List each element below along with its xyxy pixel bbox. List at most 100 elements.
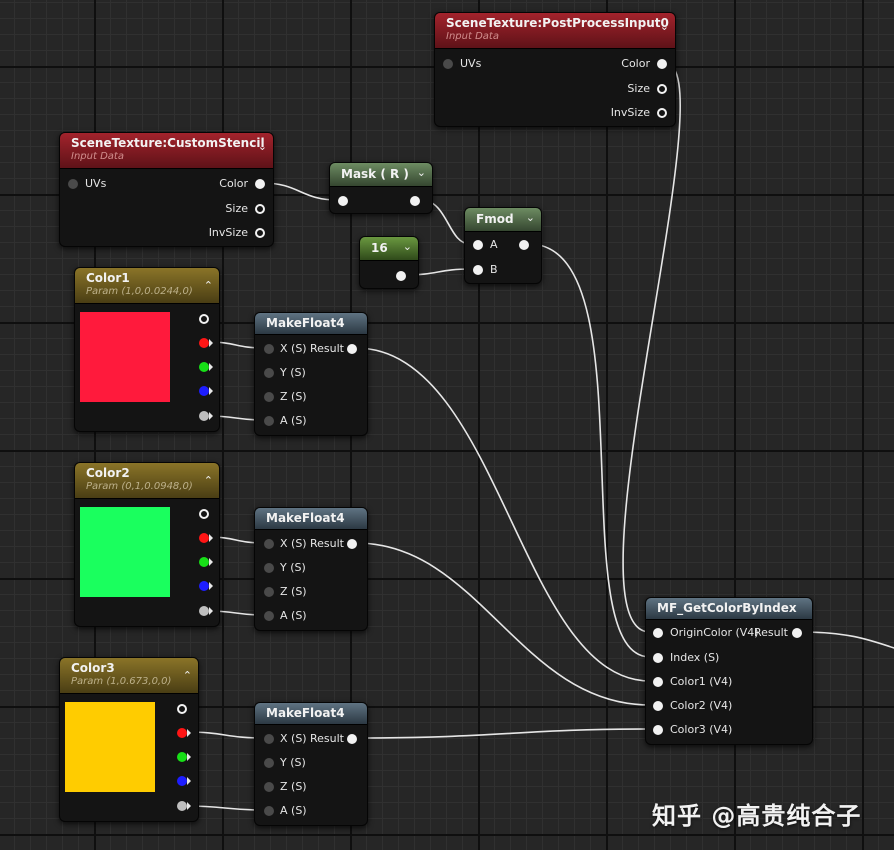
origincolor-input-pin[interactable]	[653, 628, 663, 638]
size-output-label: Size	[225, 202, 248, 215]
fmod-b-input-pin[interactable]	[473, 265, 483, 275]
a-output-pin[interactable]	[177, 801, 187, 811]
size-output-pin[interactable]	[657, 84, 667, 94]
color1-input-pin[interactable]	[653, 677, 663, 687]
node-header[interactable]: MF_GetColorByIndex	[646, 598, 812, 620]
color2-input-pin[interactable]	[653, 701, 663, 711]
node-title: 16	[371, 241, 388, 255]
node-constant-16[interactable]: 16 ⌄	[359, 236, 419, 289]
chevron-up-icon[interactable]: ⌃	[204, 474, 213, 487]
r-output-pin[interactable]	[199, 338, 209, 348]
node-color1-param[interactable]: Color1 Param (1,0,0.0244,0) ⌃	[74, 267, 220, 432]
invsize-output-pin[interactable]	[657, 108, 667, 118]
z-input-label: Z (S)	[280, 390, 307, 403]
b-output-arrow-icon	[209, 387, 213, 395]
r-output-pin[interactable]	[199, 533, 209, 543]
chevron-down-icon[interactable]: ⌄	[417, 166, 426, 179]
b-output-pin[interactable]	[177, 776, 187, 786]
node-scenetexture-customstencil[interactable]: SceneTexture:CustomStencil Input Data ⌄ …	[59, 132, 274, 247]
node-header[interactable]: MakeFloat4	[255, 508, 367, 530]
node-header[interactable]: Fmod ⌄	[465, 208, 541, 232]
r-output-pin[interactable]	[177, 728, 187, 738]
g-output-arrow-icon	[209, 558, 213, 566]
b-output-pin[interactable]	[199, 386, 209, 396]
chevron-down-icon[interactable]: ⌄	[526, 211, 535, 224]
node-color3-param[interactable]: Color3 Param (1,0.673,0,0) ⌃	[59, 657, 199, 822]
node-header[interactable]: Color1 Param (1,0,0.0244,0) ⌃	[75, 268, 219, 304]
y-input-pin[interactable]	[264, 563, 274, 573]
wire-postprocess-color-to-origincolor	[622, 62, 681, 633]
color3-input-label: Color3 (V4)	[670, 723, 733, 736]
y-input-label: Y (S)	[280, 561, 306, 574]
node-title: MakeFloat4	[266, 316, 345, 330]
node-title: MF_GetColorByIndex	[657, 601, 797, 615]
constant-output-pin[interactable]	[396, 271, 406, 281]
node-title: MakeFloat4	[266, 511, 345, 525]
g-output-pin[interactable]	[177, 752, 187, 762]
a-input-pin[interactable]	[264, 611, 274, 621]
node-scenetexture-postprocessinput0[interactable]: SceneTexture:PostProcessInput0 Input Dat…	[434, 12, 676, 127]
node-mf-getcolorbyindex[interactable]: MF_GetColorByIndex OriginColor (V4) Resu…	[645, 597, 813, 745]
y-input-pin[interactable]	[264, 368, 274, 378]
mask-input-pin[interactable]	[338, 196, 348, 206]
y-input-label: Y (S)	[280, 756, 306, 769]
color-swatch	[65, 702, 155, 792]
node-makefloat4-3[interactable]: MakeFloat4 X (S) Result Y (S) Z (S) A (S…	[254, 702, 368, 826]
size-output-pin[interactable]	[255, 204, 265, 214]
node-header[interactable]: Color2 Param (0,1,0.0948,0) ⌃	[75, 463, 219, 499]
color-output-pin[interactable]	[657, 59, 667, 69]
node-fmod[interactable]: Fmod ⌄ A B	[464, 207, 542, 284]
node-header[interactable]: MakeFloat4	[255, 313, 367, 335]
node-color2-param[interactable]: Color2 Param (0,1,0.0948,0) ⌃	[74, 462, 220, 627]
chevron-up-icon[interactable]: ⌃	[183, 669, 192, 682]
a-output-pin[interactable]	[199, 606, 209, 616]
x-input-label: X (S)	[280, 537, 307, 550]
rgba-output-pin[interactable]	[199, 509, 209, 519]
fmod-output-pin[interactable]	[519, 240, 529, 250]
node-makefloat4-2[interactable]: MakeFloat4 X (S) Result Y (S) Z (S) A (S…	[254, 507, 368, 631]
g-output-pin[interactable]	[199, 362, 209, 372]
node-mask-r[interactable]: Mask ( R ) ⌄	[329, 162, 433, 214]
color3-input-pin[interactable]	[653, 725, 663, 735]
a-input-pin[interactable]	[264, 416, 274, 426]
chevron-down-icon[interactable]: ⌄	[660, 20, 669, 33]
result-output-pin[interactable]	[792, 628, 802, 638]
x-input-pin[interactable]	[264, 734, 274, 744]
r-output-arrow-icon	[209, 339, 213, 347]
uvs-input-pin[interactable]	[68, 179, 78, 189]
node-makefloat4-1[interactable]: MakeFloat4 X (S) Result Y (S) Z (S) A (S…	[254, 312, 368, 436]
result-output-pin[interactable]	[347, 734, 357, 744]
color-output-pin[interactable]	[255, 179, 265, 189]
result-output-pin[interactable]	[347, 539, 357, 549]
z-input-pin[interactable]	[264, 392, 274, 402]
node-header[interactable]: Color3 Param (1,0.673,0,0) ⌃	[60, 658, 198, 694]
chevron-down-icon[interactable]: ⌄	[258, 140, 267, 153]
chevron-up-icon[interactable]: ⌃	[204, 279, 213, 292]
x-input-pin[interactable]	[264, 344, 274, 354]
rgba-output-pin[interactable]	[177, 704, 187, 714]
node-header[interactable]: SceneTexture:PostProcessInput0 Input Dat…	[435, 13, 675, 49]
node-header[interactable]: Mask ( R ) ⌄	[330, 163, 432, 187]
z-input-pin[interactable]	[264, 782, 274, 792]
a-output-pin[interactable]	[199, 411, 209, 421]
node-header[interactable]: 16 ⌄	[360, 237, 418, 261]
uvs-input-pin[interactable]	[443, 59, 453, 69]
invsize-output-pin[interactable]	[255, 228, 265, 238]
fmod-a-input-pin[interactable]	[473, 240, 483, 250]
index-input-pin[interactable]	[653, 653, 663, 663]
z-input-pin[interactable]	[264, 587, 274, 597]
x-input-pin[interactable]	[264, 539, 274, 549]
chevron-down-icon[interactable]: ⌄	[403, 240, 412, 253]
mask-output-pin[interactable]	[410, 196, 420, 206]
node-title: SceneTexture:CustomStencil	[71, 136, 265, 150]
node-header[interactable]: MakeFloat4	[255, 703, 367, 725]
b-output-arrow-icon	[209, 582, 213, 590]
a-input-pin[interactable]	[264, 806, 274, 816]
node-header[interactable]: SceneTexture:CustomStencil Input Data ⌄	[60, 133, 273, 169]
g-output-pin[interactable]	[199, 557, 209, 567]
y-input-pin[interactable]	[264, 758, 274, 768]
z-input-label: Z (S)	[280, 780, 307, 793]
result-output-pin[interactable]	[347, 344, 357, 354]
rgba-output-pin[interactable]	[199, 314, 209, 324]
b-output-pin[interactable]	[199, 581, 209, 591]
